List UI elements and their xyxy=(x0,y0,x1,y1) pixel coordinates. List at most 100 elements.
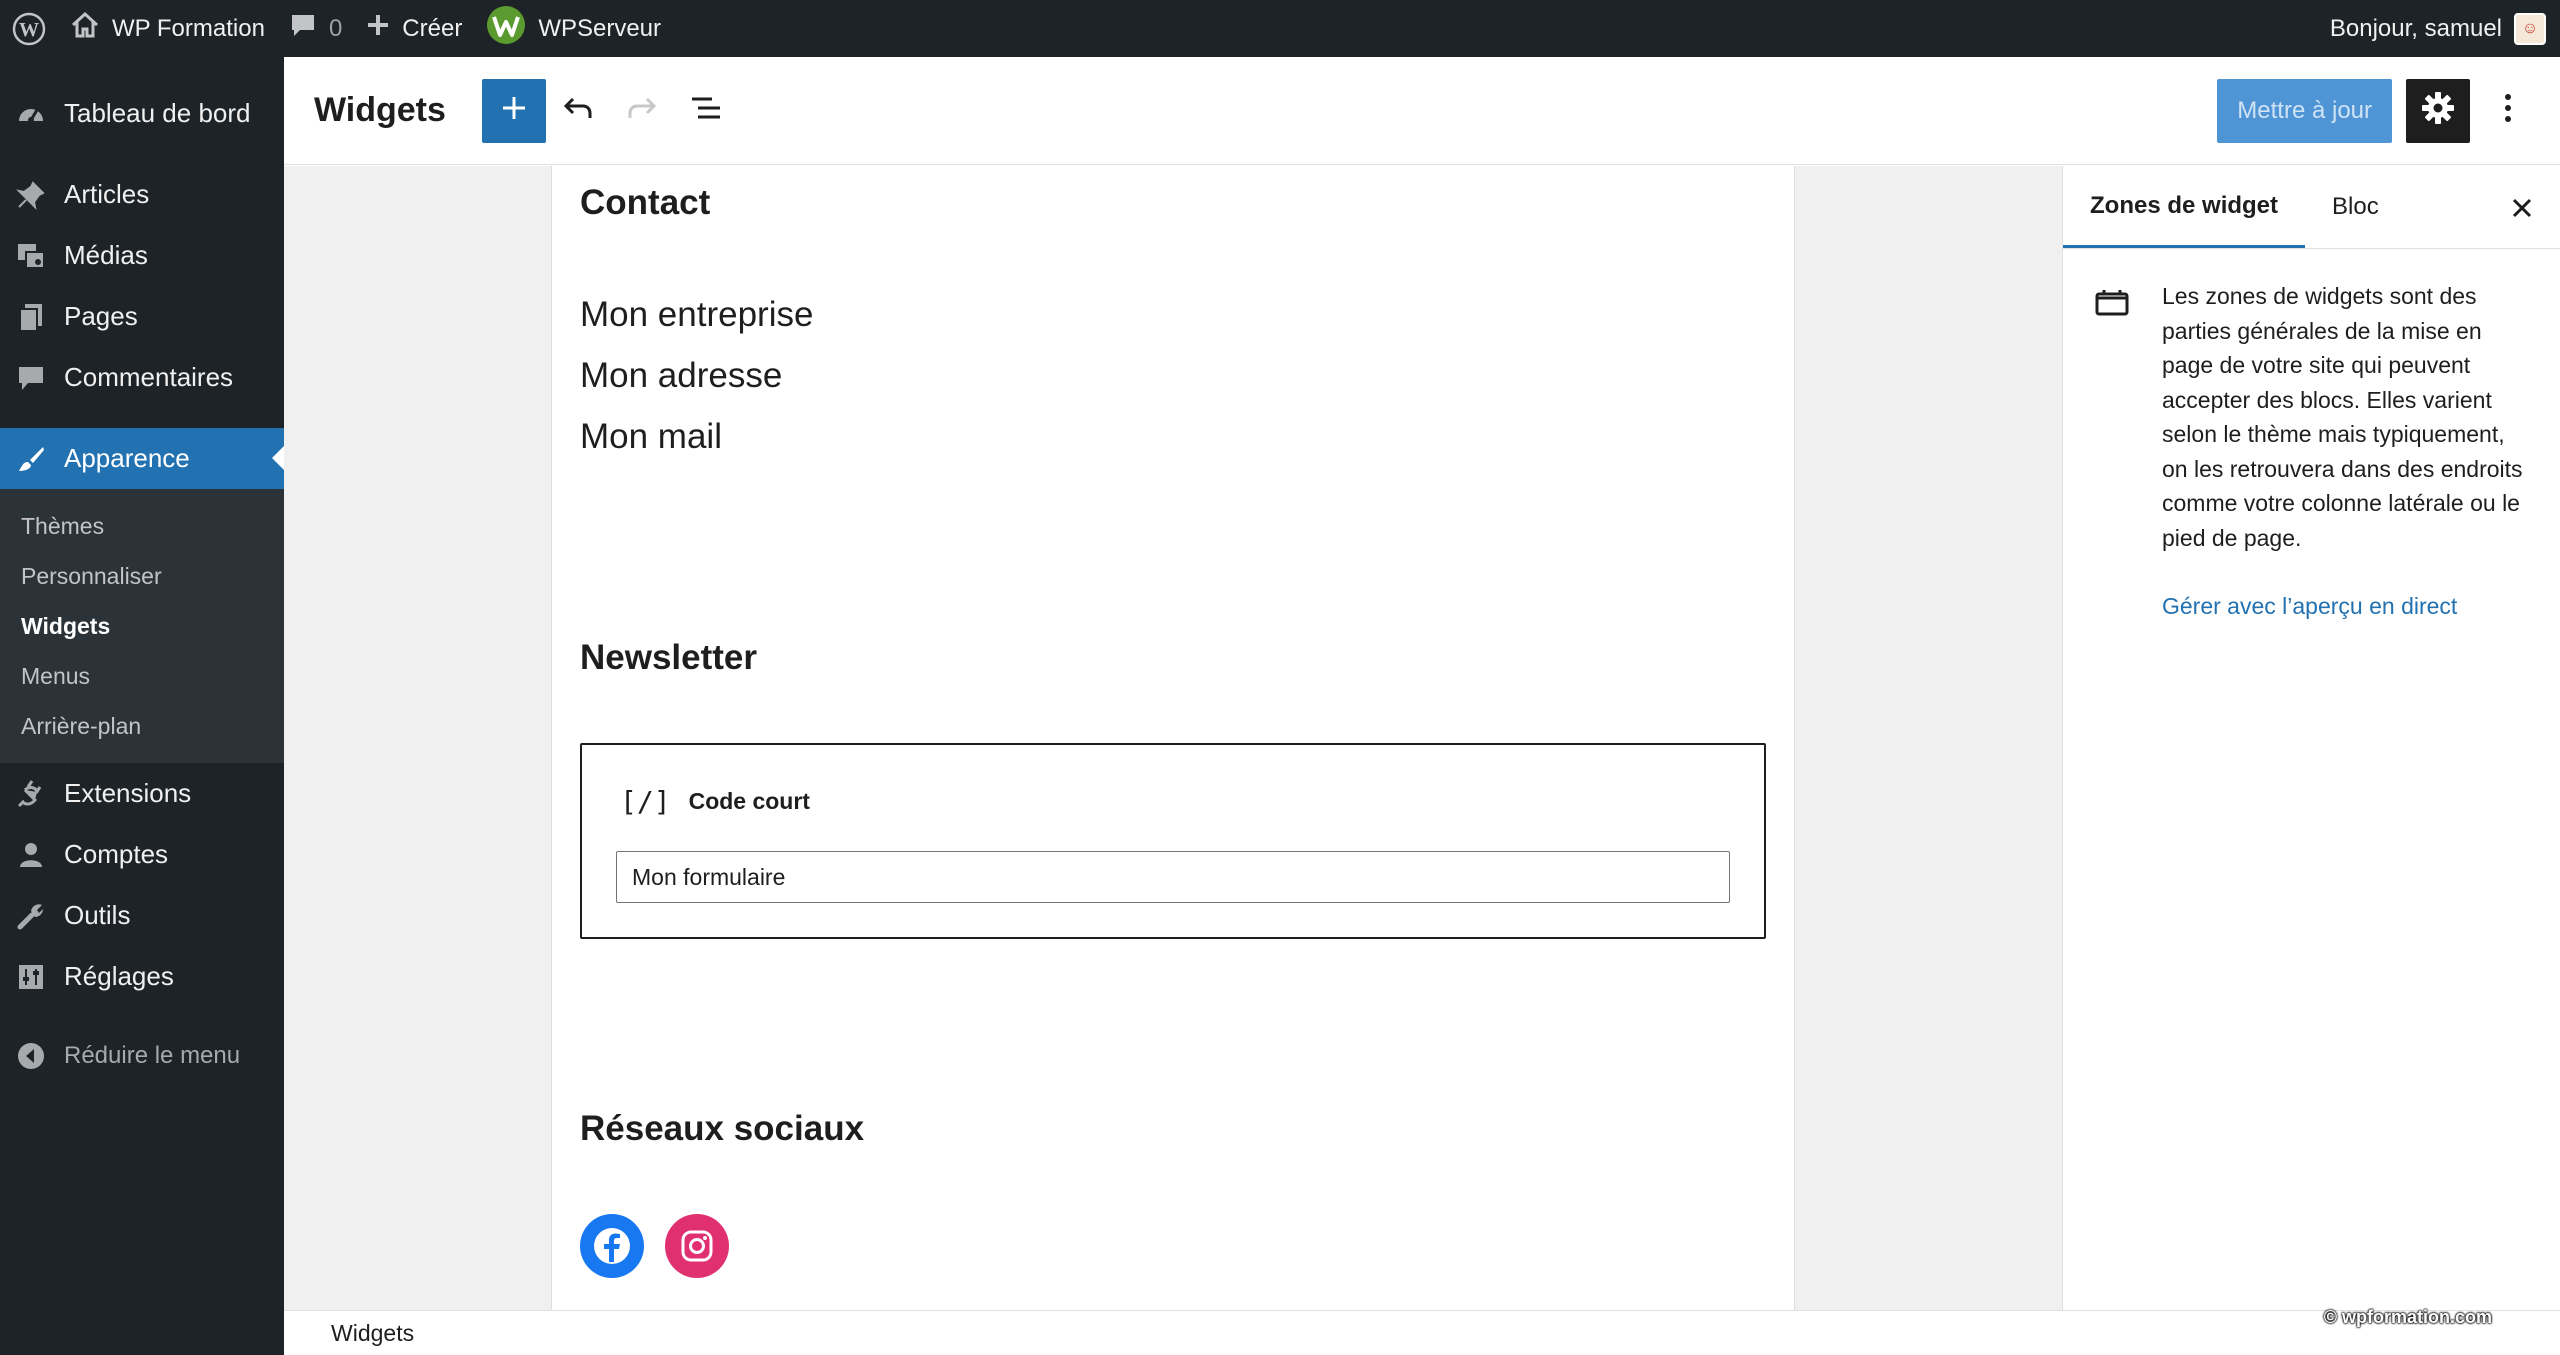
newsletter-heading[interactable]: Newsletter xyxy=(580,638,757,678)
contact-line[interactable]: Mon entreprise xyxy=(580,295,813,335)
widget-area: Contact Mon entreprise Mon adresse Mon m… xyxy=(551,166,1795,1310)
sidebar-item-label: Médias xyxy=(64,240,148,270)
update-button[interactable]: Mettre à jour xyxy=(2217,78,2392,143)
editor-header: Widgets Mettre à jour xyxy=(284,57,2560,165)
sidebar-item-settings[interactable]: Réglages xyxy=(0,946,284,1007)
add-block-button[interactable] xyxy=(481,78,546,143)
create-new-link[interactable]: Créer xyxy=(354,0,474,57)
settings-button[interactable] xyxy=(2406,78,2470,143)
collapse-menu-button[interactable]: Réduire le menu xyxy=(0,1025,284,1086)
sidebar-item-media[interactable]: Médias xyxy=(0,225,284,286)
submenu-item-widgets[interactable]: Widgets xyxy=(0,601,284,651)
contact-line[interactable]: Mon adresse xyxy=(580,356,782,396)
editor-canvas: Contact Mon entreprise Mon adresse Mon m… xyxy=(284,166,2062,1310)
wpserveur-logo-icon xyxy=(486,5,526,52)
shortcode-input[interactable]: Mon formulaire xyxy=(616,851,1730,903)
contact-heading[interactable]: Contact xyxy=(580,183,710,223)
avatar: ☺ xyxy=(2514,12,2546,45)
sidebar-item-appearance[interactable]: Apparence xyxy=(0,428,284,489)
svg-text:W: W xyxy=(19,19,39,41)
collapse-menu-label: Réduire le menu xyxy=(64,1041,241,1069)
comments-count: 0 xyxy=(328,14,343,42)
list-view-button[interactable] xyxy=(674,79,738,143)
admin-sidebar: Tableau de bord Articles Médias Pages Co… xyxy=(0,57,284,1355)
settings-sliders-icon xyxy=(16,962,46,992)
redo-icon xyxy=(625,91,659,130)
social-heading[interactable]: Réseaux sociaux xyxy=(580,1109,864,1149)
list-view-icon xyxy=(689,91,723,130)
facebook-icon[interactable] xyxy=(580,1214,644,1278)
instagram-icon[interactable] xyxy=(665,1214,729,1278)
wpserveur-link[interactable]: WPServeur xyxy=(474,0,673,57)
media-icon xyxy=(16,241,46,271)
appearance-submenu: Thèmes Personnaliser Widgets Menus Arriè… xyxy=(0,489,284,763)
dashboard-icon xyxy=(16,99,46,129)
user-account-menu[interactable]: Bonjour, samuel ☺ xyxy=(2318,0,2560,57)
undo-button[interactable] xyxy=(546,79,610,143)
wrench-icon xyxy=(16,901,46,931)
wpserveur-label: WPServeur xyxy=(538,14,662,42)
sidebar-item-comments[interactable]: Commentaires xyxy=(0,347,284,408)
gear-icon xyxy=(2421,91,2455,130)
sidebar-item-accounts[interactable]: Comptes xyxy=(0,824,284,885)
sidebar-item-label: Tableau de bord xyxy=(64,98,251,128)
greeting: Bonjour, samuel xyxy=(2329,14,2502,42)
sidebar-item-tools[interactable]: Outils xyxy=(0,885,284,946)
sidebar-item-label: Comptes xyxy=(64,839,169,869)
tab-widget-areas[interactable]: Zones de widget xyxy=(2063,166,2306,248)
site-name-link[interactable]: WP Formation xyxy=(58,0,277,57)
plus-icon xyxy=(500,94,528,127)
site-name: WP Formation xyxy=(112,14,265,42)
submenu-item-background[interactable]: Arrière-plan xyxy=(0,701,284,751)
shortcode-title: Code court xyxy=(688,788,810,814)
shortcode-block[interactable]: [/] Code court Mon formulaire xyxy=(580,743,1766,939)
options-button[interactable] xyxy=(2484,79,2532,143)
sidebar-item-label: Pages xyxy=(64,301,138,331)
widget-area-icon xyxy=(2095,287,2129,322)
widget-areas-description: Les zones de widgets sont des parties gé… xyxy=(2162,283,2523,551)
home-icon xyxy=(70,10,100,47)
contact-line[interactable]: Mon mail xyxy=(580,417,722,457)
redo-button[interactable] xyxy=(610,79,674,143)
create-label: Créer xyxy=(402,14,463,42)
watermark: © wpformation.com xyxy=(2323,1307,2492,1327)
comment-icon xyxy=(289,11,317,46)
editor-footer: Widgets xyxy=(284,1310,2560,1355)
submenu-item-customize[interactable]: Personnaliser xyxy=(0,551,284,601)
breadcrumb[interactable]: Widgets xyxy=(331,1320,414,1347)
shortcode-block-label: [/] Code court xyxy=(620,785,810,818)
sidebar-item-label: Articles xyxy=(64,179,150,209)
more-vertical-icon xyxy=(2504,93,2512,128)
panel-body: Les zones de widgets sont des parties gé… xyxy=(2063,249,2560,620)
sidebar-item-label: Commentaires xyxy=(64,362,234,392)
sidebar-item-articles[interactable]: Articles xyxy=(0,164,284,225)
user-icon xyxy=(16,840,46,870)
plugin-icon xyxy=(16,779,46,809)
comment-icon xyxy=(16,363,46,393)
undo-icon xyxy=(561,91,595,130)
comments-link[interactable]: 0 xyxy=(277,0,354,57)
submenu-item-themes[interactable]: Thèmes xyxy=(0,501,284,551)
tab-block[interactable]: Bloc xyxy=(2305,166,2406,248)
plus-icon xyxy=(366,13,390,44)
sidebar-item-extensions[interactable]: Extensions xyxy=(0,763,284,824)
sidebar-item-label: Réglages xyxy=(64,961,174,991)
wordpress-logo-icon[interactable]: W xyxy=(0,0,58,57)
admin-bar: W WP Formation 0 Créer WPServeur Bonjour… xyxy=(0,0,2560,57)
sidebar-item-label: Extensions xyxy=(64,778,192,808)
close-icon[interactable] xyxy=(2502,188,2542,228)
pages-icon xyxy=(16,302,46,332)
panel-tabs: Zones de widget Bloc xyxy=(2063,166,2560,249)
collapse-arrow-icon xyxy=(16,1041,46,1071)
sidebar-item-dashboard[interactable]: Tableau de bord xyxy=(0,83,284,144)
header-actions: Mettre à jour xyxy=(2217,78,2560,143)
settings-sidebar: Zones de widget Bloc Les zones de widget… xyxy=(2062,166,2560,1310)
sidebar-item-label: Outils xyxy=(64,900,131,930)
pin-icon xyxy=(16,180,46,210)
submenu-item-menus[interactable]: Menus xyxy=(0,651,284,701)
sidebar-item-label: Apparence xyxy=(64,443,190,473)
brush-icon xyxy=(16,444,46,474)
live-preview-link[interactable]: Gérer avec l’aperçu en direct xyxy=(2162,593,2536,620)
shortcode-icon: [/] xyxy=(620,785,671,818)
sidebar-item-pages[interactable]: Pages xyxy=(0,286,284,347)
